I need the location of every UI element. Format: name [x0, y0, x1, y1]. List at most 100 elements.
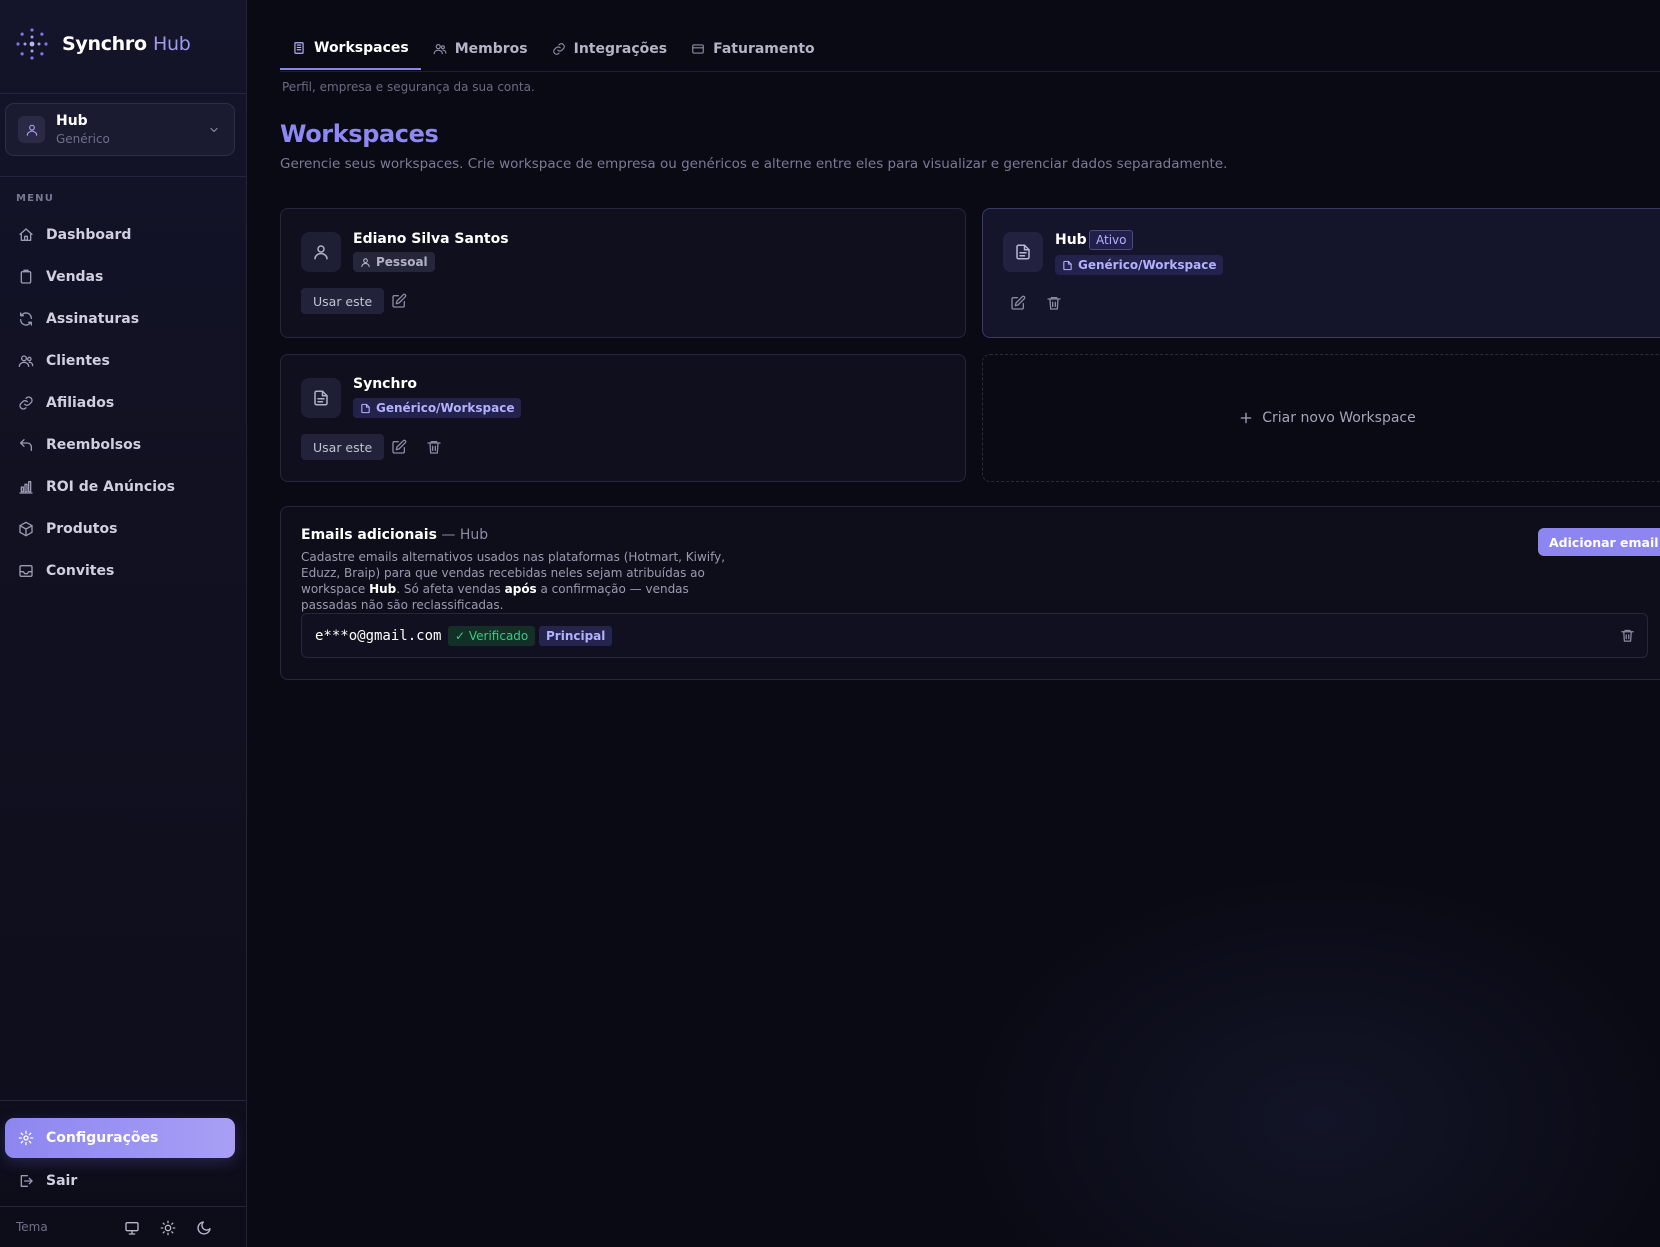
primary-badge: Principal	[539, 626, 613, 646]
sidebar: Synchro Hub Hub Genérico MENU Dashboard …	[0, 0, 247, 1247]
tab-membros[interactable]: Membros	[421, 28, 540, 70]
email-address: e***o@gmail.com	[315, 628, 442, 644]
nav-item-convites[interactable]: Convites	[0, 550, 247, 592]
nav-item-clientes[interactable]: Clientes	[0, 340, 247, 382]
users-icon	[433, 44, 447, 55]
workspace-avatar	[1003, 232, 1043, 272]
nav-item-label: Configurações	[46, 1130, 159, 1146]
sun-icon[interactable]	[160, 1220, 176, 1236]
tabs-divider	[280, 71, 1660, 72]
monitor-icon[interactable]	[124, 1220, 140, 1236]
tab-workspaces[interactable]: Workspaces	[280, 28, 421, 70]
logout-button[interactable]: Sair	[0, 1160, 247, 1202]
link-icon	[552, 43, 565, 55]
badge-label: Genérico/Workspace	[1078, 258, 1217, 272]
workspace-avatar	[301, 378, 341, 418]
nav-item-dashboard[interactable]: Dashboard	[0, 214, 247, 256]
trash-icon[interactable]	[1046, 295, 1062, 311]
workspace-avatar	[301, 232, 341, 272]
workspace-switcher[interactable]: Hub Genérico	[5, 103, 235, 156]
workspace-avatar	[18, 116, 45, 143]
nav-item-assinaturas[interactable]: Assinaturas	[0, 298, 247, 340]
nav-item-label: ROI de Anúncios	[46, 479, 175, 495]
document-icon	[314, 390, 328, 406]
document-icon	[361, 403, 370, 413]
building-icon	[294, 42, 304, 54]
edit-icon[interactable]	[391, 293, 407, 309]
divider	[0, 176, 247, 177]
nav-item-label: Produtos	[46, 521, 118, 537]
chevron-down-icon[interactable]	[208, 124, 220, 136]
tab-integracoes[interactable]: Integrações	[540, 28, 679, 70]
badge-label: Pessoal	[376, 255, 428, 269]
edit-icon[interactable]	[391, 439, 407, 455]
workspace-name: Ediano Silva Santos	[353, 231, 509, 247]
settings-tabs: Workspaces Membros Integrações Faturamen…	[280, 28, 827, 70]
nav-item-label: Dashboard	[46, 227, 132, 243]
additional-emails-section: Emails adicionais — Hub Cadastre emails …	[280, 506, 1660, 680]
workspace-switcher-name: Hub	[56, 113, 88, 129]
page-subtitle: Perfil, empresa e segurança da sua conta…	[282, 80, 535, 94]
trash-icon[interactable]	[426, 439, 442, 455]
nav-item-roi-de-anuncios[interactable]: ROI de Anúncios	[0, 466, 247, 508]
user-icon	[361, 257, 370, 267]
document-icon	[1016, 244, 1030, 260]
workspace-type-badge: Genérico/Workspace	[353, 398, 522, 418]
refresh-icon	[19, 312, 33, 326]
nav-item-reembolsos[interactable]: Reembolsos	[0, 424, 247, 466]
workspace-name: Synchro	[353, 376, 417, 392]
menu-label: MENU	[16, 193, 55, 204]
tab-label: Integrações	[573, 41, 668, 57]
users-icon	[18, 355, 34, 367]
email-row: e***o@gmail.com ✓ Verificado Principal	[301, 613, 1648, 658]
create-workspace-button[interactable]: Criar novo Workspace	[982, 354, 1660, 482]
active-status-badge: Ativo	[1089, 230, 1134, 250]
workspace-card-synchro: Synchro Genérico/Workspace Usar este	[280, 354, 966, 482]
tab-faturamento[interactable]: Faturamento	[679, 28, 827, 70]
divider	[0, 1100, 247, 1101]
page-description: Gerencie seus workspaces. Crie workspace…	[280, 156, 1228, 172]
nav-item-label: Vendas	[46, 269, 104, 285]
workspace-card-ediano: Ediano Silva Santos Pessoal Usar este	[280, 208, 966, 338]
credit-card-icon	[692, 44, 704, 54]
badge-label: Genérico/Workspace	[376, 401, 515, 415]
workspace-type-badge: Pessoal	[353, 252, 435, 272]
emails-description: Cadastre emails alternativos usados nas …	[301, 550, 726, 612]
nav-item-label: Assinaturas	[46, 311, 140, 327]
use-workspace-button[interactable]: Usar este	[301, 434, 385, 460]
nav-item-label: Reembolsos	[46, 437, 142, 453]
tab-label: Workspaces	[314, 40, 409, 56]
workspace-type-badge: Genérico/Workspace	[1055, 255, 1224, 275]
nav-item-label: Clientes	[46, 353, 110, 369]
divider	[0, 93, 247, 94]
user-icon	[314, 245, 328, 260]
tab-label: Membros	[454, 41, 528, 57]
logout-label: Sair	[46, 1173, 78, 1189]
package-icon	[19, 521, 33, 537]
link-icon	[19, 396, 33, 410]
gear-icon	[18, 1130, 34, 1146]
sparkle-logo-icon	[16, 28, 48, 60]
nav-item-label: Afiliados	[46, 395, 115, 411]
nav-item-afiliados[interactable]: Afiliados	[0, 382, 247, 424]
inbox-icon	[19, 565, 33, 577]
brand-name: Synchro Hub	[62, 33, 191, 55]
nav-item-label: Convites	[46, 563, 115, 579]
divider	[0, 1206, 247, 1207]
trash-icon[interactable]	[1620, 628, 1635, 643]
edit-icon[interactable]	[1010, 295, 1026, 311]
page-title: Workspaces	[280, 120, 439, 148]
add-email-button[interactable]: Adicionar email	[1538, 528, 1660, 556]
nav-item-configuracoes[interactable]: Configurações	[5, 1118, 235, 1158]
clipboard-icon	[20, 269, 32, 284]
bar-chart-icon	[19, 481, 33, 494]
use-workspace-button[interactable]: Usar este	[301, 288, 385, 314]
workspace-name: Hub	[1055, 232, 1087, 248]
moon-icon[interactable]	[196, 1220, 212, 1236]
nav-item-produtos[interactable]: Produtos	[0, 508, 247, 550]
user-icon	[26, 124, 37, 136]
workspace-card-hub: Hub Ativo Genérico/Workspace	[982, 208, 1660, 338]
nav-item-vendas[interactable]: Vendas	[0, 256, 247, 298]
brand-logo[interactable]: Synchro Hub	[14, 26, 191, 62]
document-icon	[1063, 260, 1072, 270]
